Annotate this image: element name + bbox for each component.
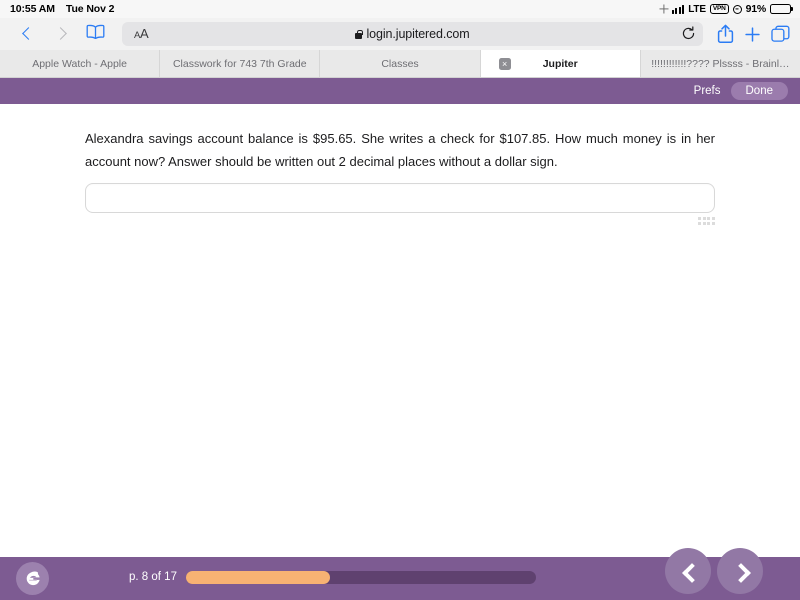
progress-bar (186, 571, 536, 584)
browser-tab[interactable]: Classwork for 743 7th Grade (160, 50, 321, 77)
back-button[interactable] (10, 20, 44, 48)
plus-icon (745, 26, 760, 42)
share-button[interactable] (717, 24, 734, 44)
address-bar[interactable]: AAAA login.jupitered.com (122, 22, 703, 46)
tab-label: Classes (381, 57, 419, 70)
back-chevron-icon (21, 28, 33, 40)
next-page-button[interactable] (717, 548, 763, 594)
page-indicator: p. 8 of 17 (129, 571, 177, 583)
status-bar-right: LTE VPN 91% (659, 3, 791, 15)
page-content: Alexandra savings account balance is $95… (0, 104, 800, 554)
new-tab-button[interactable] (744, 26, 761, 43)
tabs-overview-button[interactable] (771, 25, 790, 43)
share-icon (717, 24, 734, 43)
bookmarks-button[interactable] (78, 20, 112, 48)
jupiter-logo-icon[interactable] (16, 562, 49, 595)
prefs-button[interactable]: Prefs (694, 85, 721, 97)
app-header-bar: Prefs Done (0, 78, 800, 104)
answer-area (85, 183, 715, 225)
answer-input[interactable] (85, 183, 715, 213)
lock-icon (355, 29, 363, 39)
chevron-right-icon (733, 564, 748, 579)
vpn-badge: VPN (709, 4, 729, 14)
book-icon (86, 24, 105, 44)
browser-toolbar: AAAA login.jupitered.com (0, 18, 800, 50)
forward-button[interactable] (44, 20, 78, 48)
reload-button[interactable] (681, 26, 697, 42)
battery-icon (770, 4, 791, 14)
tab-label: Classwork for 743 7th Grade (172, 57, 307, 70)
forward-chevron-icon (55, 28, 67, 40)
tab-label: Apple Watch - Apple (32, 57, 127, 70)
cellular-signal-icon (672, 4, 685, 14)
chevron-left-icon (681, 564, 696, 579)
status-time: 10:55 AM (10, 3, 55, 15)
browser-tab[interactable]: Apple Watch - Apple (0, 50, 161, 77)
tab-close-icon[interactable]: × (498, 57, 511, 70)
status-date: Tue Nov 2 (65, 3, 115, 15)
browser-tab[interactable]: !!!!!!!!!!!!???? Plssss - Brainl… (640, 50, 800, 77)
url-text: login.jupitered.com (366, 27, 470, 41)
address-bar-center: login.jupitered.com (122, 27, 703, 41)
location-arrow-icon (659, 5, 668, 14)
done-button[interactable]: Done (730, 82, 788, 100)
text-size-button[interactable]: AAAA (128, 27, 149, 41)
tabs-overview-icon (771, 25, 790, 42)
network-type-label: LTE (688, 3, 706, 15)
browser-tab[interactable]: Classes (320, 50, 481, 77)
ios-status-bar: 10:55 AM Tue Nov 2 LTE VPN 91% (0, 0, 800, 18)
toolbar-right-actions (711, 24, 790, 44)
progress-bar-fill (186, 571, 330, 584)
resize-grip-icon[interactable] (697, 217, 715, 227)
browser-window: 10:55 AM Tue Nov 2 LTE VPN 91% AA login.… (0, 0, 800, 600)
reload-icon (682, 26, 695, 40)
browser-tab-active[interactable]: × Jupiter (480, 50, 641, 77)
target-icon (732, 4, 742, 14)
tab-bar: Apple Watch - Apple Classwork for 743 7t… (0, 50, 800, 78)
tab-label: !!!!!!!!!!!!???? Plssss - Brainl… (651, 57, 790, 70)
battery-percent-label: 91% (745, 3, 767, 15)
status-bar-left: 10:55 AM Tue Nov 2 (10, 3, 115, 15)
previous-page-button[interactable] (665, 548, 711, 594)
question-text: Alexandra savings account balance is $95… (85, 131, 715, 169)
tab-label: Jupiter (542, 57, 578, 70)
